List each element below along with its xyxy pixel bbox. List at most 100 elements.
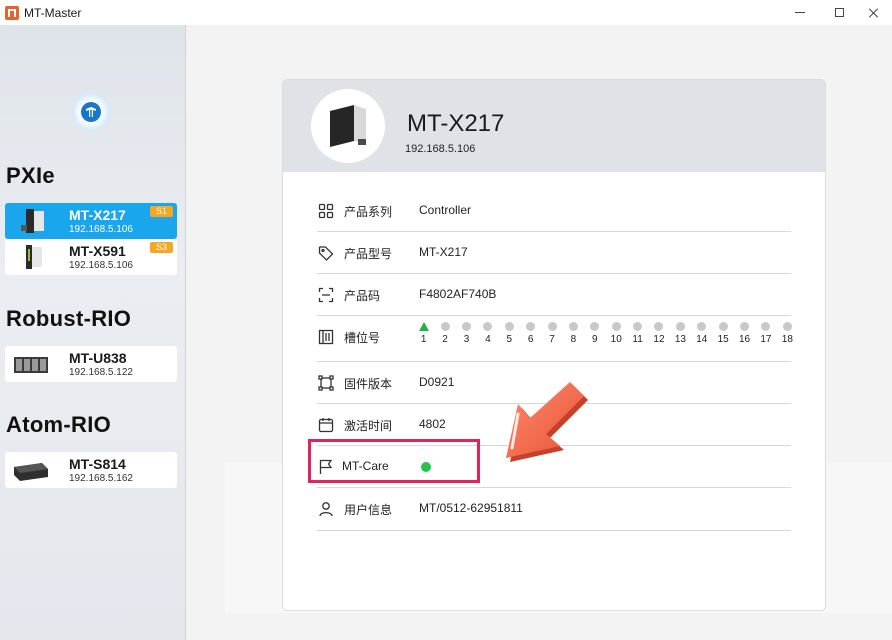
slot-indicator: 16 [734,322,755,345]
slot-indicator: 12 [648,322,669,345]
slot-dot-icon [440,322,450,331]
slot-indicator: 7 [541,322,562,345]
slot-dot-icon [654,322,664,331]
slot-indicator: 18 [777,322,798,345]
device-ip: 192.168.5.122 [69,366,133,378]
slots-icon [317,328,335,346]
window-title: MT-Master [24,5,82,20]
user-icon [317,500,335,518]
row-value: 4802 [419,417,446,431]
row-value: MT-X217 [419,245,468,259]
detail-header: MT-X217 192.168.5.106 [283,80,825,172]
slot-number: 5 [506,334,513,345]
slot-number: 2 [442,334,448,345]
row-label: 槽位号 [344,331,381,345]
minimize-icon [795,12,805,13]
slot-indicator: 14 [691,322,712,345]
device-card-mt-u838[interactable]: MT-U838 192.168.5.122 [5,346,177,382]
group-title-robust-rio: Robust-RIO [6,306,132,331]
maximize-icon [834,8,844,17]
row-value: F4802AF740B [419,287,497,301]
row-label: 激活时间 [344,419,393,433]
slot-indicator: 2 [434,322,455,345]
device-thumbnail [11,206,51,236]
row-slot: 槽位号 1 2 3 4 5 6 7 8 9 10 11 12 13 14 15 16 17 18 [317,316,793,362]
slot-number: 1 [420,334,427,345]
slot-number: 7 [549,334,555,345]
device-name: MT-S814 [69,455,126,472]
slot-dot-icon [675,322,685,331]
slot-dot-icon [761,322,771,331]
slot-indicator: 10 [606,322,627,345]
slot-dot-icon [718,322,728,331]
device-name: MT-X591 [69,242,126,259]
slot-number: 3 [463,334,470,345]
slot-number: 6 [527,334,534,345]
row-value: Controller [419,203,472,217]
slot-badge: S1 [149,206,173,217]
row-product-series: 产品系列 Controller [317,190,791,232]
slot-dot-icon [461,322,471,331]
row-label: 产品系列 [344,205,393,219]
divider [317,530,791,531]
device-card-mt-x591[interactable]: MT-X591 192.168.5.106 S3 [5,239,177,275]
device-avatar [311,89,385,163]
device-name: MT-U838 [69,349,127,366]
title-bar: MT-Master [0,0,892,25]
row-label: 产品型号 [344,247,393,261]
slot-indicator: 3 [456,322,477,345]
slot-dot-icon [547,322,557,331]
slot-indicator: 5 [499,322,520,345]
slot-indicator: 1 [413,322,434,345]
device-card-mt-s814[interactable]: MT-S814 192.168.5.162 [5,452,177,488]
slot-indicator: 6 [520,322,541,345]
slot-indicator-list: 1 2 3 4 5 6 7 8 9 10 11 12 13 14 15 16 17 18 [413,322,798,345]
grid-icon [317,202,335,220]
device-detail-panel: MT-X217 192.168.5.106 产品系列 Controller 产品… [282,79,826,611]
row-value: MT/0512-62951811 [419,501,523,515]
slot-indicator: 4 [477,322,498,345]
app-logo-icon [5,5,19,20]
slot-number: 4 [485,334,491,345]
slot-number: 10 [610,334,622,345]
slot-number: 13 [674,334,686,345]
device-thumbnail [11,242,51,272]
arrow-annotation-icon [506,382,588,462]
slot-number: 18 [781,334,793,345]
device-card-mt-x217[interactable]: MT-X217 192.168.5.106 S1 [5,203,177,239]
row-product-code: 产品码 F4802AF740B [317,274,791,316]
slot-dot-icon [568,322,578,331]
chip-frame-icon [317,374,335,392]
slot-indicator: 15 [712,322,733,345]
slot-number: 11 [632,334,643,345]
minimize-button[interactable] [778,0,822,25]
slot-dot-icon [740,322,750,331]
calendar-icon [317,416,335,434]
slot-indicator: 11 [627,322,648,345]
row-label: 产品码 [344,289,381,303]
close-button[interactable] [852,0,892,25]
slot-dot-icon [590,322,600,331]
active-slot-triangle-icon [418,322,429,331]
device-ip: 192.168.5.162 [69,472,133,484]
slot-indicator: 17 [755,322,776,345]
slot-indicator: 9 [584,322,605,345]
device-name: MT-X217 [69,206,126,223]
device-title-ip: 192.168.5.106 [405,143,476,155]
slot-number: 14 [696,334,708,345]
device-thumbnail [11,455,51,485]
device-thumbnail [11,349,51,379]
device-ip: 192.168.5.106 [69,223,133,235]
row-value: D0921 [419,375,455,389]
scan-icon [317,286,335,304]
highlight-annotation-box [308,439,480,483]
brand-logo-icon [81,102,101,122]
slot-indicator: 13 [670,322,691,345]
group-title-pxie: PXIe [6,163,55,188]
slot-dot-icon [782,322,792,331]
slot-number: 15 [717,334,729,345]
slot-dot-icon [633,322,643,331]
slot-number: 16 [738,334,751,345]
slot-number: 9 [592,334,598,345]
slot-dot-icon [611,322,621,331]
